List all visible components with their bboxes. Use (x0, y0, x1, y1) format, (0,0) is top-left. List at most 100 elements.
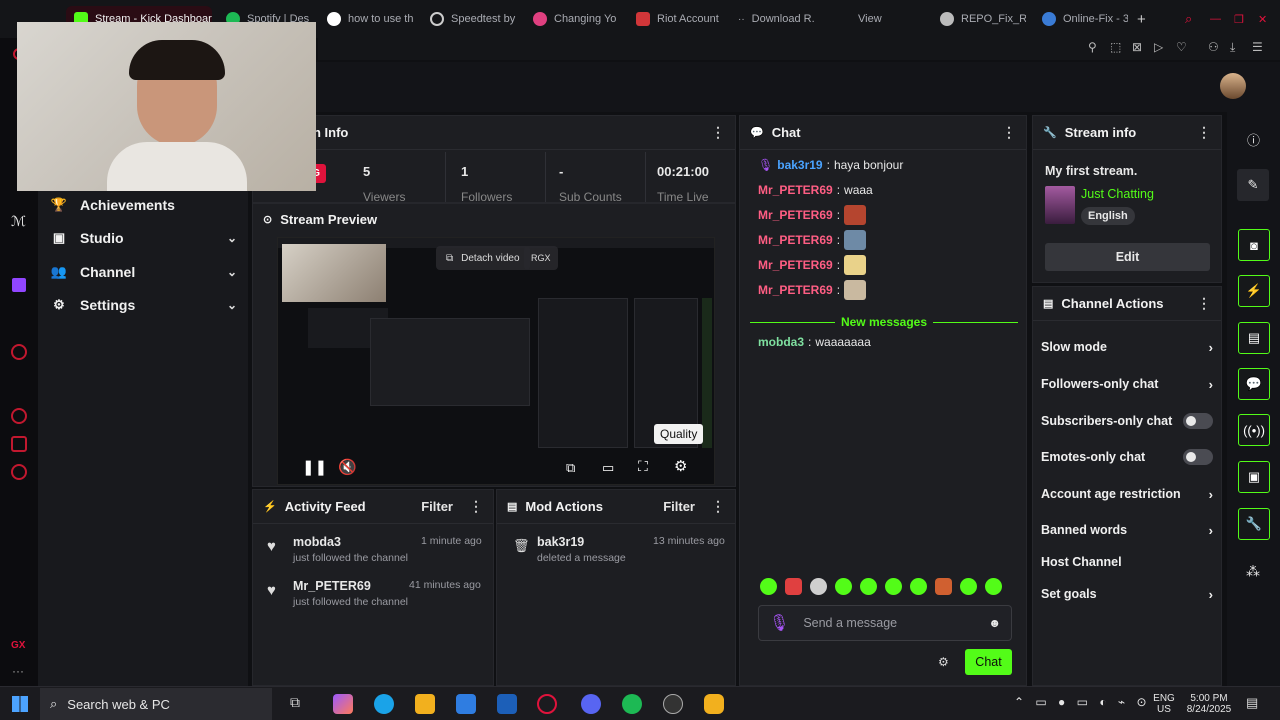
settings-icon[interactable] (11, 464, 27, 480)
rgx-button[interactable]: RGX (524, 246, 558, 270)
fullscreen-button[interactable]: ⛶ (638, 458, 648, 475)
edit-pencil-icon[interactable]: ✎ (1237, 169, 1269, 201)
notifications-icon[interactable]: ▤ (1246, 695, 1258, 711)
clock[interactable]: 5:00 PM 8/24/2025 (1182, 693, 1236, 715)
pin-icon[interactable]: ⚲ (1088, 40, 1097, 54)
emote-icon[interactable] (985, 578, 1002, 595)
tab-riot[interactable]: Riot Account (636, 6, 722, 32)
tab-online-fix[interactable]: Online-Fix - 3 (1042, 6, 1128, 32)
emote-icon[interactable] (835, 578, 852, 595)
kebab-menu-icon[interactable]: ⋮ (469, 498, 483, 515)
chat-settings-icon[interactable]: ⚙ (938, 655, 949, 669)
new-tab-button[interactable]: + (1137, 6, 1151, 32)
chat-input[interactable]: 🎙 Send a message ☻ (758, 605, 1012, 641)
pause-button[interactable]: ❚❚ (302, 458, 327, 476)
pip-button[interactable]: ⧉ (566, 460, 575, 476)
account-age-row[interactable]: Account age restriction › (1041, 483, 1213, 505)
store-icon[interactable] (456, 694, 476, 714)
host-channel-row[interactable]: Host Channel (1041, 551, 1213, 573)
category-link[interactable]: Just Chatting (1081, 187, 1154, 201)
maximize-icon[interactable]: ❐ (1234, 6, 1246, 32)
chat-username[interactable]: Mr_PETER69 (758, 183, 833, 197)
chat-username[interactable]: Mr_PETER69 (758, 233, 833, 247)
subscribers-only-toggle[interactable] (1183, 413, 1213, 429)
camera-icon[interactable]: ◙ (1238, 229, 1270, 261)
nav-channel[interactable]: 👥 Channel ⌄ (51, 260, 237, 284)
opera-gx-icon[interactable] (537, 694, 557, 714)
kick-side-icon[interactable]: ℳ (11, 213, 26, 230)
chat-bubble-icon[interactable]: 💬 (1238, 368, 1270, 400)
task-view-icon[interactable]: ⧉ (290, 694, 310, 714)
emotes-only-toggle[interactable] (1183, 449, 1213, 465)
video-icon[interactable]: ▣ (1238, 461, 1270, 493)
mute-button[interactable]: 🔇 (338, 458, 357, 476)
language-indicator[interactable]: ENG US (1150, 693, 1178, 715)
kebab-menu-icon[interactable]: ⋮ (1002, 124, 1016, 141)
windows-start-icon[interactable] (12, 696, 28, 712)
taskbar-search[interactable]: ⌕ Search web & PC (40, 688, 272, 720)
edit-button[interactable]: Edit (1045, 243, 1210, 271)
nav-achievements[interactable]: 🏆 Achievements (51, 193, 237, 217)
kebab-menu-icon[interactable]: ⋮ (711, 498, 725, 515)
copilot-icon[interactable] (333, 694, 353, 714)
emote-icon[interactable] (810, 578, 827, 595)
filter-button[interactable]: Filter (421, 499, 453, 514)
heart-icon[interactable]: ♡ (1176, 40, 1187, 54)
activity-user[interactable]: Mr_PETER69 (293, 579, 371, 593)
profile-icon[interactable]: ⚇ (1208, 40, 1219, 54)
chat-username[interactable]: bak3r19 (777, 158, 822, 172)
slow-mode-row[interactable]: Slow mode › (1041, 336, 1213, 358)
set-goals-row[interactable]: Set goals › (1041, 583, 1213, 605)
video-player[interactable]: ⧉ Detach video RGX ❚❚ 🔇 ⧉ ▭ ⛶ ⚙ Quality (277, 237, 715, 485)
cube-icon[interactable] (11, 436, 27, 452)
minimize-icon[interactable]: — (1210, 6, 1222, 32)
snapshot-icon[interactable]: ⬚ (1110, 40, 1121, 54)
clock-icon[interactable] (11, 408, 27, 424)
twitch-icon[interactable] (12, 278, 26, 292)
nav-settings[interactable]: ⚙ Settings ⌄ (52, 293, 237, 317)
tab-download[interactable]: ·· Download R. (738, 6, 824, 32)
chat-username[interactable]: mobda3 (758, 335, 804, 349)
chat-username[interactable]: Mr_PETER69 (758, 258, 833, 272)
emote-icon[interactable] (935, 578, 952, 595)
tab-google[interactable]: how to use th (327, 6, 413, 32)
apps-icon[interactable]: ⁂ (1246, 563, 1260, 580)
tab-view[interactable]: View (858, 6, 908, 32)
detach-video-button[interactable]: ⧉ Detach video (436, 246, 530, 270)
emote-icon[interactable] (860, 578, 877, 595)
kebab-menu-icon[interactable]: ⋮ (1197, 295, 1211, 312)
chat-username[interactable]: Mr_PETER69 (758, 283, 833, 297)
broadcast-icon[interactable]: ((•)) (1238, 414, 1270, 446)
menu-icon[interactable]: ☰ (1252, 40, 1263, 54)
more-icon[interactable]: ··· (12, 664, 24, 678)
banned-words-row[interactable]: Banned words › (1041, 519, 1213, 541)
wrench-icon[interactable]: 🔧 (1238, 508, 1270, 540)
close-icon[interactable]: ✕ (1258, 6, 1270, 32)
steam-icon[interactable] (663, 694, 683, 714)
emote-icon[interactable] (785, 578, 802, 595)
chat-username[interactable]: Mr_PETER69 (758, 208, 833, 222)
kebab-menu-icon[interactable]: ⋮ (711, 124, 725, 141)
send-chat-button[interactable]: Chat (965, 649, 1012, 675)
block-icon[interactable]: ⊠ (1132, 40, 1142, 54)
download-icon[interactable]: ⤓ (1230, 40, 1235, 55)
file-explorer-icon[interactable] (415, 694, 435, 714)
tab-repo[interactable]: REPO_Fix_Re (940, 6, 1026, 32)
play-icon[interactable]: ▷ (1154, 40, 1163, 54)
emote-icon[interactable] (910, 578, 927, 595)
quality-settings-button[interactable]: ⚙ (674, 457, 687, 475)
nav-studio[interactable]: ▣ Studio ⌄ (52, 226, 237, 250)
activity-user[interactable]: mobda3 (293, 535, 341, 549)
document-icon[interactable]: ▤ (1238, 322, 1270, 354)
emote-icon[interactable] (960, 578, 977, 595)
info-icon[interactable]: ⓘ (1247, 130, 1260, 149)
emote-icon[interactable] (760, 578, 777, 595)
edge-icon[interactable] (374, 694, 394, 714)
mic-icon[interactable]: 🎙 (769, 613, 789, 633)
avatar[interactable] (1220, 73, 1246, 99)
bolt-icon[interactable]: ⚡ (1238, 275, 1270, 307)
record-icon[interactable] (11, 344, 27, 360)
outlook-icon[interactable] (497, 694, 517, 714)
emote-icon[interactable] (885, 578, 902, 595)
filter-button[interactable]: Filter (663, 499, 695, 514)
